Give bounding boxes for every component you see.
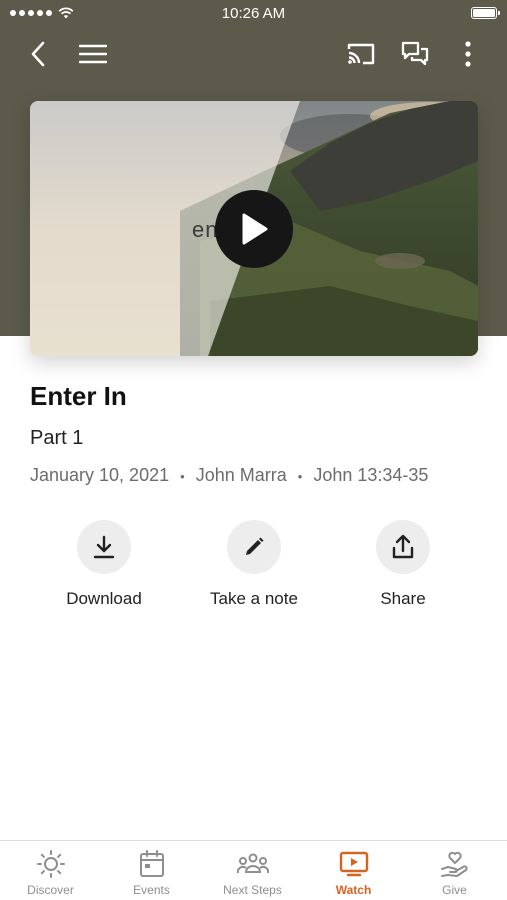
chat-button[interactable] — [397, 36, 433, 72]
sermon-title: Enter In — [30, 381, 127, 411]
download-button[interactable]: Download — [29, 520, 179, 609]
hamburger-icon — [79, 44, 107, 64]
meta-separator: • — [297, 469, 303, 484]
calendar-icon — [139, 850, 164, 877]
tv-play-icon — [339, 851, 368, 877]
chat-icon — [401, 41, 429, 66]
download-circle[interactable] — [77, 520, 131, 574]
play-icon — [242, 213, 268, 245]
share-circle[interactable] — [376, 520, 430, 574]
menu-button[interactable] — [75, 36, 111, 72]
tab-watch[interactable]: Watch — [303, 841, 404, 900]
tab-next-steps[interactable]: Next Steps — [202, 841, 303, 900]
share-label: Share — [380, 589, 426, 608]
sermon-speaker: John Marra — [195, 465, 287, 485]
sermon-scripture: John 13:34-35 — [313, 465, 429, 485]
take-note-circle[interactable] — [227, 520, 281, 574]
pencil-icon — [246, 537, 264, 555]
take-note-label: Take a note — [210, 589, 298, 608]
tab-label: Discover — [27, 883, 74, 897]
status-bar: 10:26 AM — [0, 0, 507, 28]
status-time: 10:26 AM — [221, 5, 286, 22]
cast-button[interactable] — [343, 36, 379, 72]
more-vertical-icon — [465, 41, 471, 67]
download-label: Download — [66, 589, 142, 608]
play-button[interactable] — [215, 190, 293, 268]
hand-heart-icon — [440, 851, 468, 877]
more-button[interactable] — [450, 36, 486, 72]
back-button[interactable] — [20, 36, 56, 72]
chevron-left-icon — [31, 41, 45, 67]
cast-icon — [347, 43, 375, 65]
video-player[interactable]: enter in — [30, 101, 478, 356]
tab-events[interactable]: Events — [101, 841, 202, 900]
share-button[interactable]: Share — [328, 520, 478, 609]
tab-label: Watch — [335, 883, 372, 897]
nav-bar — [0, 30, 507, 76]
meta-separator: • — [180, 469, 185, 484]
download-icon — [93, 535, 115, 559]
people-icon — [236, 853, 269, 874]
sermon-meta: January 10, 2021 • John Marra • John 13:… — [30, 465, 428, 486]
sermon-date: January 10, 2021 — [30, 465, 170, 485]
tab-label: Events — [133, 883, 170, 897]
share-icon — [392, 534, 414, 559]
battery-icon — [471, 7, 500, 19]
sermon-subtitle: Part 1 — [30, 427, 84, 449]
tab-label: Give — [442, 883, 467, 897]
take-note-button[interactable]: Take a note — [179, 520, 329, 609]
tab-label: Next Steps — [223, 883, 282, 897]
sun-icon — [36, 850, 65, 878]
tab-give[interactable]: Give — [404, 841, 505, 900]
tab-bar: Discover Events Next Steps Watch Give — [0, 840, 507, 900]
tab-discover[interactable]: Discover — [0, 841, 101, 900]
